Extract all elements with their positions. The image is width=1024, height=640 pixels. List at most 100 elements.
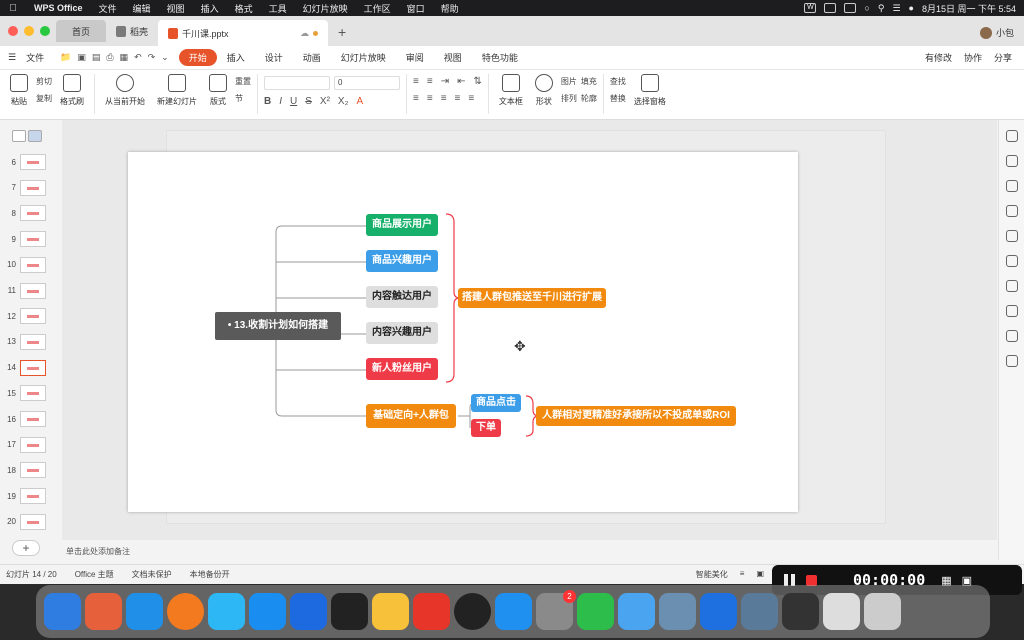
slide-thumbnail[interactable]: 12	[4, 306, 48, 326]
redo-icon[interactable]: ↷	[148, 52, 156, 63]
mindmap-sub-summary[interactable]: 人群相对更精准好承接所以不投成单或ROI	[536, 406, 736, 426]
tab-insert[interactable]: 插入	[217, 51, 255, 64]
section-button[interactable]: 节	[235, 93, 251, 104]
slide-thumbnail[interactable]: 13	[4, 332, 48, 352]
quicktime-icon[interactable]	[741, 593, 778, 630]
apple-icon[interactable]: 	[0, 3, 26, 14]
align-right-icon[interactable]: ≡	[441, 93, 447, 104]
sidebar-edit-icon[interactable]	[1005, 205, 1018, 217]
menubar-item-format[interactable]: 格式	[227, 2, 261, 15]
slide-thumbnail[interactable]: 19	[4, 486, 48, 506]
meeting-icon[interactable]	[290, 593, 327, 630]
tab-design[interactable]: 设计	[255, 51, 293, 64]
slide-thumbnail[interactable]: 20	[4, 512, 48, 532]
undo-icon[interactable]: ↶	[134, 52, 142, 63]
new-slide-button[interactable]: 新建幻灯片	[153, 74, 201, 107]
tab-document[interactable]: 千川课.pptx ☁	[158, 20, 329, 46]
sidebar-fill-icon[interactable]	[1005, 180, 1018, 192]
copy-button[interactable]: 复制	[36, 93, 52, 104]
find-button[interactable]: 查找	[610, 76, 626, 87]
preview-icon[interactable]: ▦	[120, 52, 129, 63]
bullet-list-icon[interactable]: ≡	[413, 76, 419, 87]
outline-button[interactable]: 轮廓	[581, 93, 597, 104]
battery-icon[interactable]	[824, 3, 837, 13]
tab-animation[interactable]: 动画	[293, 51, 331, 64]
menubar-item-file[interactable]: 文件	[91, 2, 125, 15]
tab-start[interactable]: 开始	[178, 49, 217, 66]
tab-view[interactable]: 视图	[434, 51, 472, 64]
menubar-item-window[interactable]: 窗口	[399, 2, 433, 15]
tab-daoke[interactable]: 稻壳	[106, 20, 158, 42]
app-store-icon[interactable]	[495, 593, 532, 630]
sidebar-settings-icon[interactable]	[1005, 305, 1018, 317]
menubar-item-help[interactable]: 帮助	[433, 2, 467, 15]
mindmap-second-branch[interactable]: 基础定向+人群包	[366, 404, 456, 428]
save-icon[interactable]: ▣	[77, 52, 86, 63]
sidebar-shape-icon[interactable]	[1005, 155, 1018, 167]
slide-thumbnail[interactable]: 10	[4, 255, 48, 275]
normal-view-icon[interactable]: ▣	[756, 569, 764, 580]
safari-icon[interactable]	[126, 593, 163, 630]
control-center-icon[interactable]: ☰	[892, 3, 900, 14]
underline-icon[interactable]: U	[290, 96, 297, 107]
print-icon[interactable]: ⎙	[106, 52, 113, 63]
modified-button[interactable]: 有修改	[925, 51, 952, 64]
slide-thumbnail[interactable]: 16	[4, 409, 48, 429]
file-menu[interactable]: 文件	[16, 51, 54, 64]
qq-icon[interactable]	[454, 593, 491, 630]
play-from-current-button[interactable]: 从当前开始	[101, 74, 149, 107]
tab-home[interactable]: 首页	[56, 20, 106, 42]
backup-status[interactable]: 本地备份开	[190, 569, 230, 580]
bold-icon[interactable]: B	[264, 96, 271, 107]
cut-button[interactable]: 剪切	[36, 76, 52, 87]
notes-placeholder[interactable]: 单击此处添加备注	[62, 544, 997, 560]
thumbnail-view-icon[interactable]	[28, 130, 42, 142]
font-color-icon[interactable]: A	[356, 96, 363, 107]
paste-button[interactable]: 粘贴	[6, 74, 32, 107]
replace-button[interactable]: 替换	[610, 93, 626, 104]
window-thumbnail-1[interactable]	[782, 593, 819, 630]
indent-icon[interactable]: ⇥	[441, 76, 449, 87]
control-grid-icon[interactable]	[844, 3, 857, 13]
menubar-datetime[interactable]: 8月15日 周一 下午 5:54	[922, 2, 1016, 15]
user-account[interactable]: 小包	[979, 26, 1014, 39]
zoom-window-button[interactable]	[40, 26, 50, 36]
strikethrough-icon[interactable]: S	[305, 96, 312, 107]
format-painter-button[interactable]: 格式刷	[56, 74, 88, 107]
open-folder-icon[interactable]: 📁	[60, 52, 71, 63]
sidebar-animation-icon[interactable]	[1005, 230, 1018, 242]
mindmap-branch-4[interactable]: 内容兴趣用户	[366, 322, 438, 344]
sidebar-export-icon[interactable]	[1005, 355, 1018, 367]
wifi-icon[interactable]: ○	[864, 3, 869, 13]
slide-thumbnail[interactable]: 17	[4, 435, 48, 455]
trash-icon[interactable]	[864, 593, 901, 630]
font-size-select[interactable]: 0	[334, 76, 400, 90]
slide-thumbnail[interactable]: 14	[4, 358, 48, 378]
number-list-icon[interactable]: ≡	[427, 76, 433, 87]
columns-icon[interactable]: ≡	[468, 93, 474, 104]
wps-tray-icon[interactable]: W	[804, 3, 817, 13]
current-slide[interactable]: • 13.收割计划如何搭建 商品展示用户 商品兴趣用户 内容触达用户 内容兴趣用…	[128, 152, 798, 512]
slide-thumbnail[interactable]: 18	[4, 460, 48, 480]
siri-icon[interactable]: ●	[909, 3, 914, 13]
protect-status[interactable]: 文档未保护	[132, 569, 172, 580]
theme-name[interactable]: Office 主题	[75, 569, 114, 580]
firefox-icon[interactable]	[167, 593, 204, 630]
sidebar-magic-icon[interactable]	[1005, 280, 1018, 292]
outdent-icon[interactable]: ⇤	[457, 76, 465, 87]
menubar-item-slideshow[interactable]: 幻灯片放映	[295, 2, 356, 15]
font-family-select[interactable]	[264, 76, 330, 90]
system-settings-icon[interactable]: 2	[536, 590, 576, 630]
window-thumbnail-2[interactable]	[823, 593, 860, 630]
tab-features[interactable]: 特色功能	[472, 51, 528, 64]
slide-thumbnail[interactable]: 8	[4, 203, 48, 223]
tab-slideshow[interactable]: 幻灯片放映	[331, 51, 396, 64]
menubar-item-insert[interactable]: 插入	[193, 2, 227, 15]
menubar-item-tools[interactable]: 工具	[261, 2, 295, 15]
screen-record-app-icon[interactable]	[700, 593, 737, 630]
messages-icon[interactable]	[618, 593, 655, 630]
arrange-button[interactable]: 排列	[561, 93, 577, 104]
slide-thumbnail[interactable]: 7	[4, 178, 48, 198]
mindmap-branch-3[interactable]: 内容触达用户	[366, 286, 438, 308]
sidebar-history-icon[interactable]	[1005, 330, 1018, 342]
